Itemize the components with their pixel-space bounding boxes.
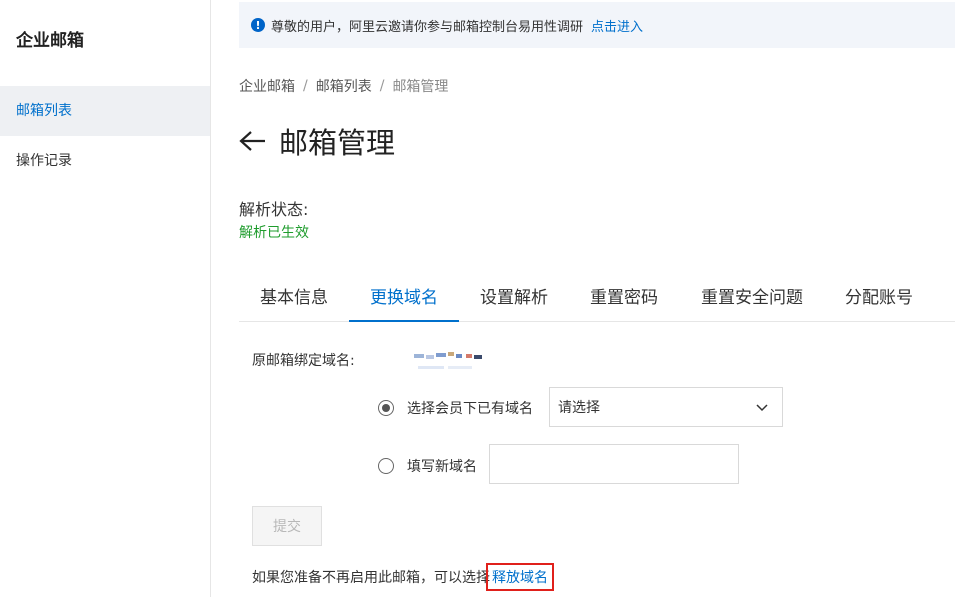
sidebar-item-operation-log[interactable]: 操作记录	[0, 136, 210, 186]
option-new-domain-label: 填写新域名	[407, 459, 477, 475]
sidebar-title: 企业邮箱	[16, 31, 84, 51]
back-arrow-icon[interactable]	[239, 126, 269, 156]
notice-bar: ! 尊敬的用户，阿里云邀请你参与邮箱控制台易用性调研 点击进入	[239, 2, 955, 48]
release-domain-link[interactable]: 释放域名	[486, 563, 554, 591]
resolution-status-label: 解析状态:	[239, 200, 309, 219]
breadcrumb-item-mailbox-list[interactable]: 邮箱列表	[316, 76, 372, 96]
release-domain-hint: 如果您准备不再启用此邮箱，可以选择 释放域名	[252, 563, 554, 591]
release-domain-text: 如果您准备不再启用此邮箱，可以选择	[252, 570, 490, 586]
breadcrumb: 企业邮箱 / 邮箱列表 / 邮箱管理	[239, 76, 448, 96]
option-new-domain[interactable]: 填写新域名	[378, 456, 477, 476]
breadcrumb-separator: /	[303, 78, 308, 94]
page-title: 邮箱管理	[279, 126, 396, 160]
submit-button[interactable]: 提交	[252, 506, 322, 546]
tab-reset-password[interactable]: 重置密码	[569, 276, 679, 322]
option-existing-domain[interactable]: 选择会员下已有域名	[378, 398, 533, 418]
sidebar: 企业邮箱 邮箱列表 操作记录	[0, 0, 211, 597]
info-icon: !	[251, 18, 265, 32]
option-existing-domain-label: 选择会员下已有域名	[407, 401, 533, 417]
chevron-down-icon	[756, 404, 768, 412]
breadcrumb-item-enterprise-mail[interactable]: 企业邮箱	[239, 76, 295, 96]
original-domain-label: 原邮箱绑定域名:	[252, 353, 355, 369]
tab-assign-account[interactable]: 分配账号	[829, 276, 929, 322]
resolution-status-value: 解析已生效	[239, 225, 309, 241]
tab-set-resolution[interactable]: 设置解析	[459, 276, 569, 322]
radio-new-domain[interactable]	[378, 458, 394, 474]
new-domain-input[interactable]	[489, 444, 739, 484]
notice-text: 尊敬的用户，阿里云邀请你参与邮箱控制台易用性调研	[271, 19, 584, 35]
tab-change-domain[interactable]: 更换域名	[349, 276, 459, 322]
original-domain-blurred	[414, 350, 486, 372]
breadcrumb-item-current: 邮箱管理	[392, 79, 449, 95]
sidebar-item-mailbox-list[interactable]: 邮箱列表	[0, 86, 210, 136]
notice-link[interactable]: 点击进入	[591, 16, 643, 35]
existing-domain-select[interactable]: 请选择	[549, 387, 783, 427]
radio-existing-domain[interactable]	[378, 400, 394, 416]
tab-reset-security-question[interactable]: 重置安全问题	[679, 276, 825, 322]
page-header: 邮箱管理	[239, 120, 395, 162]
tab-bar: 基本信息 更换域名 设置解析 重置密码 重置安全问题 分配账号	[239, 276, 955, 322]
tab-basic-info[interactable]: 基本信息	[239, 276, 349, 322]
select-value: 请选择	[558, 400, 600, 416]
breadcrumb-separator: /	[379, 78, 385, 94]
